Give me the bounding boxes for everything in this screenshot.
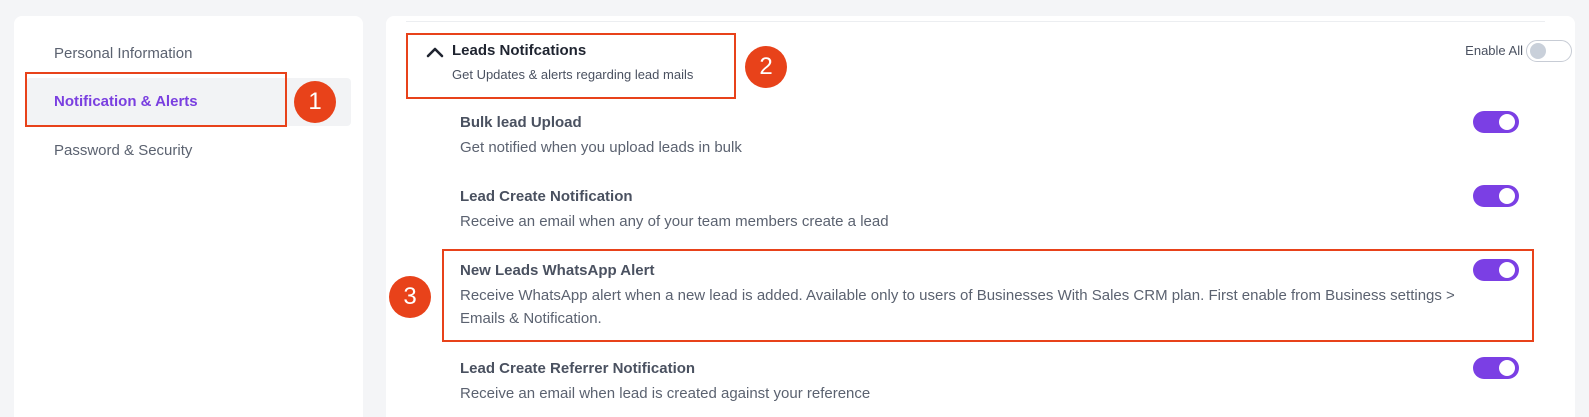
row-description: Receive WhatsApp alert when a new lead i…	[460, 287, 1455, 327]
whatsapp-alert-toggle[interactable]	[1473, 259, 1519, 281]
row-title: Lead Create Notification	[460, 188, 633, 205]
notification-row: Lead Create Referrer Notification Receiv…	[460, 360, 1535, 405]
notification-row: Lead Create Notification Receive an emai…	[460, 188, 1535, 233]
lead-referrer-notification-toggle[interactable]	[1473, 357, 1519, 379]
notification-row: Bulk lead Upload Get notified when you u…	[460, 114, 1535, 159]
notification-row: New Leads WhatsApp Alert Receive WhatsAp…	[460, 262, 1535, 330]
row-description: Get notified when you upload leads in bu…	[460, 139, 742, 156]
row-description: Receive an email when lead is created ag…	[460, 385, 871, 402]
group-subtitle: Get Updates & alerts regarding lead mail…	[452, 67, 694, 82]
toggle-knob	[1499, 262, 1515, 278]
chevron-up-icon[interactable]	[426, 45, 444, 59]
sidebar-item-personal-information[interactable]: Personal Information	[54, 45, 192, 62]
top-divider	[406, 21, 1545, 22]
bulk-lead-upload-toggle[interactable]	[1473, 111, 1519, 133]
row-title: Lead Create Referrer Notification	[460, 360, 696, 377]
enable-all-toggle[interactable]	[1526, 40, 1572, 62]
annotation-badge-2: 2	[745, 46, 787, 88]
annotation-badge-3: 3	[389, 276, 431, 318]
toggle-knob	[1499, 114, 1515, 130]
row-description: Receive an email when any of your team m…	[460, 213, 889, 230]
row-title: New Leads WhatsApp Alert	[460, 262, 655, 279]
toggle-knob	[1499, 188, 1515, 204]
settings-sidebar: Personal Information Notification & Aler…	[14, 16, 363, 417]
sidebar-item-notification-alerts[interactable]: Notification & Alerts	[54, 93, 198, 110]
row-title: Bulk lead Upload	[460, 114, 582, 131]
toggle-knob	[1499, 360, 1515, 376]
enable-all-label: Enable All	[1465, 43, 1523, 58]
group-title: Leads Notifcations	[452, 42, 587, 59]
lead-create-notification-toggle[interactable]	[1473, 185, 1519, 207]
annotation-badge-1: 1	[294, 81, 336, 123]
notifications-panel: Leads Notifcations Get Updates & alerts …	[386, 16, 1575, 417]
toggle-knob	[1530, 43, 1546, 59]
sidebar-item-password-security[interactable]: Password & Security	[54, 142, 192, 159]
